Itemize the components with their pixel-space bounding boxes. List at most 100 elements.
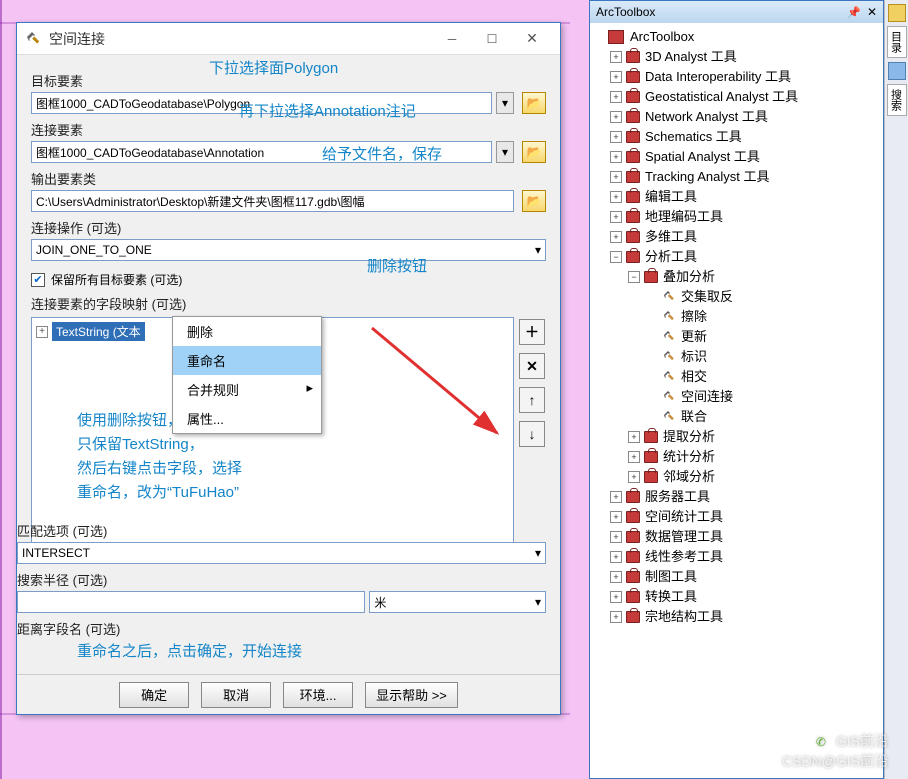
tab-catalog[interactable]: 目录 <box>887 26 907 58</box>
tree-expander-icon[interactable]: + <box>610 111 622 123</box>
search-radius-input[interactable] <box>17 591 365 613</box>
chevron-down-icon: ▾ <box>535 243 541 257</box>
tree-expander-icon[interactable]: + <box>610 231 622 243</box>
catalog-icon[interactable] <box>888 4 906 22</box>
tree-expander-icon[interactable]: + <box>610 491 622 503</box>
tree-toolbox-9[interactable]: +多维工具 <box>592 227 881 247</box>
tree-expander-icon[interactable]: + <box>610 211 622 223</box>
output-browse-button[interactable]: 📂 <box>522 190 546 212</box>
tree-tool-1[interactable]: 擦除 <box>592 307 881 327</box>
tree-expander-icon[interactable]: + <box>610 611 622 623</box>
join-browse-button[interactable]: 📂 <box>522 141 546 163</box>
toolbox-icon <box>626 111 640 123</box>
tree-toolbox-2[interactable]: + Geostatistical Analyst 工具 <box>592 87 881 107</box>
toolbox-icon <box>644 431 658 443</box>
tree-label: 叠加分析 <box>663 267 715 287</box>
tree-expander-icon[interactable]: + <box>610 151 622 163</box>
add-field-button[interactable]: ＋ <box>519 319 545 345</box>
delete-field-button[interactable]: ✕ <box>519 353 545 379</box>
tree-toolbox-5[interactable]: +Spatial Analyst 工具 <box>592 147 881 167</box>
environments-button[interactable]: 环境... <box>283 682 353 708</box>
menu-properties[interactable]: 属性... <box>173 404 321 433</box>
tree-toolbox-after-4[interactable]: +制图工具 <box>592 567 881 587</box>
dialog-titlebar[interactable]: 空间连接 ─ ☐ ✕ <box>17 23 560 55</box>
tree-analysis-sub-0[interactable]: +提取分析 <box>592 427 881 447</box>
tree-toolbox-after-5[interactable]: +转换工具 <box>592 587 881 607</box>
tree-tool-4[interactable]: 相交 <box>592 367 881 387</box>
tree-toolbox-3[interactable]: +Network Analyst 工具 <box>592 107 881 127</box>
tree-analysis[interactable]: −分析工具 <box>592 247 881 267</box>
tree-expander-icon[interactable]: + <box>610 191 622 203</box>
move-up-button[interactable]: ↑ <box>519 387 545 413</box>
tree-toolbox-0[interactable]: +3D Analyst 工具 <box>592 47 881 67</box>
target-dropdown-button[interactable]: ▾ <box>496 92 514 114</box>
join-operation-select[interactable]: JOIN_ONE_TO_ONE▾ <box>31 239 546 261</box>
toolbox-tree[interactable]: ArcToolbox+3D Analyst 工具+Data Interopera… <box>590 23 883 631</box>
tree-expander-icon[interactable]: − <box>610 251 622 263</box>
tree-tool-5[interactable]: 空间连接 <box>592 387 881 407</box>
join-dropdown-button[interactable]: ▾ <box>496 141 514 163</box>
minimize-button[interactable]: ─ <box>432 25 472 53</box>
toolbox-icon <box>626 551 640 563</box>
tree-tool-2[interactable]: 更新 <box>592 327 881 347</box>
tree-expander-icon[interactable]: + <box>610 591 622 603</box>
output-input[interactable]: C:\Users\Administrator\Desktop\新建文件夹\图框1… <box>31 190 514 212</box>
target-browse-button[interactable]: 📂 <box>522 92 546 114</box>
tree-expander-icon[interactable]: + <box>610 511 622 523</box>
cancel-button[interactable]: 取消 <box>201 682 271 708</box>
tree-toolbox-after-6[interactable]: +宗地结构工具 <box>592 607 881 627</box>
tree-expander-icon[interactable]: + <box>610 171 622 183</box>
tree-expander-icon[interactable]: + <box>628 471 640 483</box>
tree-expander-icon[interactable]: − <box>628 271 640 283</box>
distance-field-label: 距离字段名 (可选) <box>17 619 546 638</box>
tree-toolbox-after-1[interactable]: +空间统计工具 <box>592 507 881 527</box>
toolbox-icon <box>644 471 658 483</box>
tree-toolbox-after-3[interactable]: +线性参考工具 <box>592 547 881 567</box>
tree-label: Geostatistical Analyst 工具 <box>645 87 798 107</box>
tab-search[interactable]: 搜索 <box>887 84 907 116</box>
tree-toolbox-after-2[interactable]: +数据管理工具 <box>592 527 881 547</box>
tree-expander-icon[interactable]: + <box>610 531 622 543</box>
match-option-select[interactable]: INTERSECT▾ <box>17 542 546 564</box>
tree-tool-0[interactable]: 交集取反 <box>592 287 881 307</box>
tree-expander-icon[interactable]: + <box>610 571 622 583</box>
tree-expander-icon[interactable]: + <box>610 91 622 103</box>
spatial-join-dialog: 空间连接 ─ ☐ ✕ 目标要素 下拉选择面Polygon 图框1000_CADT… <box>16 22 561 715</box>
output-label: 输出要素类 <box>31 169 546 188</box>
tree-tool-3[interactable]: 标识 <box>592 347 881 367</box>
show-help-button[interactable]: 显示帮助 >> <box>365 682 458 708</box>
tree-toolbox-6[interactable]: +Tracking Analyst 工具 <box>592 167 881 187</box>
tree-expander-icon[interactable]: + <box>610 51 622 63</box>
tree-toolbox-8[interactable]: +地理编码工具 <box>592 207 881 227</box>
tree-expander-icon[interactable]: + <box>610 551 622 563</box>
tree-expander-icon[interactable]: + <box>628 451 640 463</box>
tree-toolbox-after-0[interactable]: +服务器工具 <box>592 487 881 507</box>
pin-icon[interactable]: 📌 <box>847 6 861 19</box>
search-icon[interactable] <box>888 62 906 80</box>
folder-icon: 📂 <box>527 194 542 208</box>
tree-root[interactable]: ArcToolbox <box>592 27 881 47</box>
panel-titlebar[interactable]: ArcToolbox 📌 ✕ <box>590 1 883 23</box>
tree-expand-icon[interactable]: + <box>36 326 48 338</box>
menu-delete[interactable]: 删除 <box>173 317 321 346</box>
annotation-4: 删除按钮 <box>367 255 427 276</box>
tree-analysis-sub-1[interactable]: +统计分析 <box>592 447 881 467</box>
tree-analysis-sub-2[interactable]: +邻域分析 <box>592 467 881 487</box>
radius-unit-select[interactable]: 米▾ <box>369 591 546 613</box>
tree-overlay[interactable]: − 叠加分析 <box>592 267 881 287</box>
ok-button[interactable]: 确定 <box>119 682 189 708</box>
move-down-button[interactable]: ↓ <box>519 421 545 447</box>
keep-all-checkbox[interactable]: ✔ <box>31 273 45 287</box>
tree-expander-icon[interactable]: + <box>610 71 622 83</box>
panel-close-icon[interactable]: ✕ <box>867 5 877 19</box>
tree-toolbox-7[interactable]: +编辑工具 <box>592 187 881 207</box>
maximize-button[interactable]: ☐ <box>472 25 512 53</box>
tree-tool-6[interactable]: 联合 <box>592 407 881 427</box>
menu-merge-rules[interactable]: 合并规则▸ <box>173 375 321 404</box>
tree-toolbox-1[interactable]: +Data Interoperability 工具 <box>592 67 881 87</box>
menu-rename[interactable]: 重命名 <box>173 346 321 375</box>
tree-expander-icon[interactable]: + <box>628 431 640 443</box>
tree-toolbox-4[interactable]: +Schematics 工具 <box>592 127 881 147</box>
close-button[interactable]: ✕ <box>512 25 552 53</box>
tree-expander-icon[interactable]: + <box>610 131 622 143</box>
